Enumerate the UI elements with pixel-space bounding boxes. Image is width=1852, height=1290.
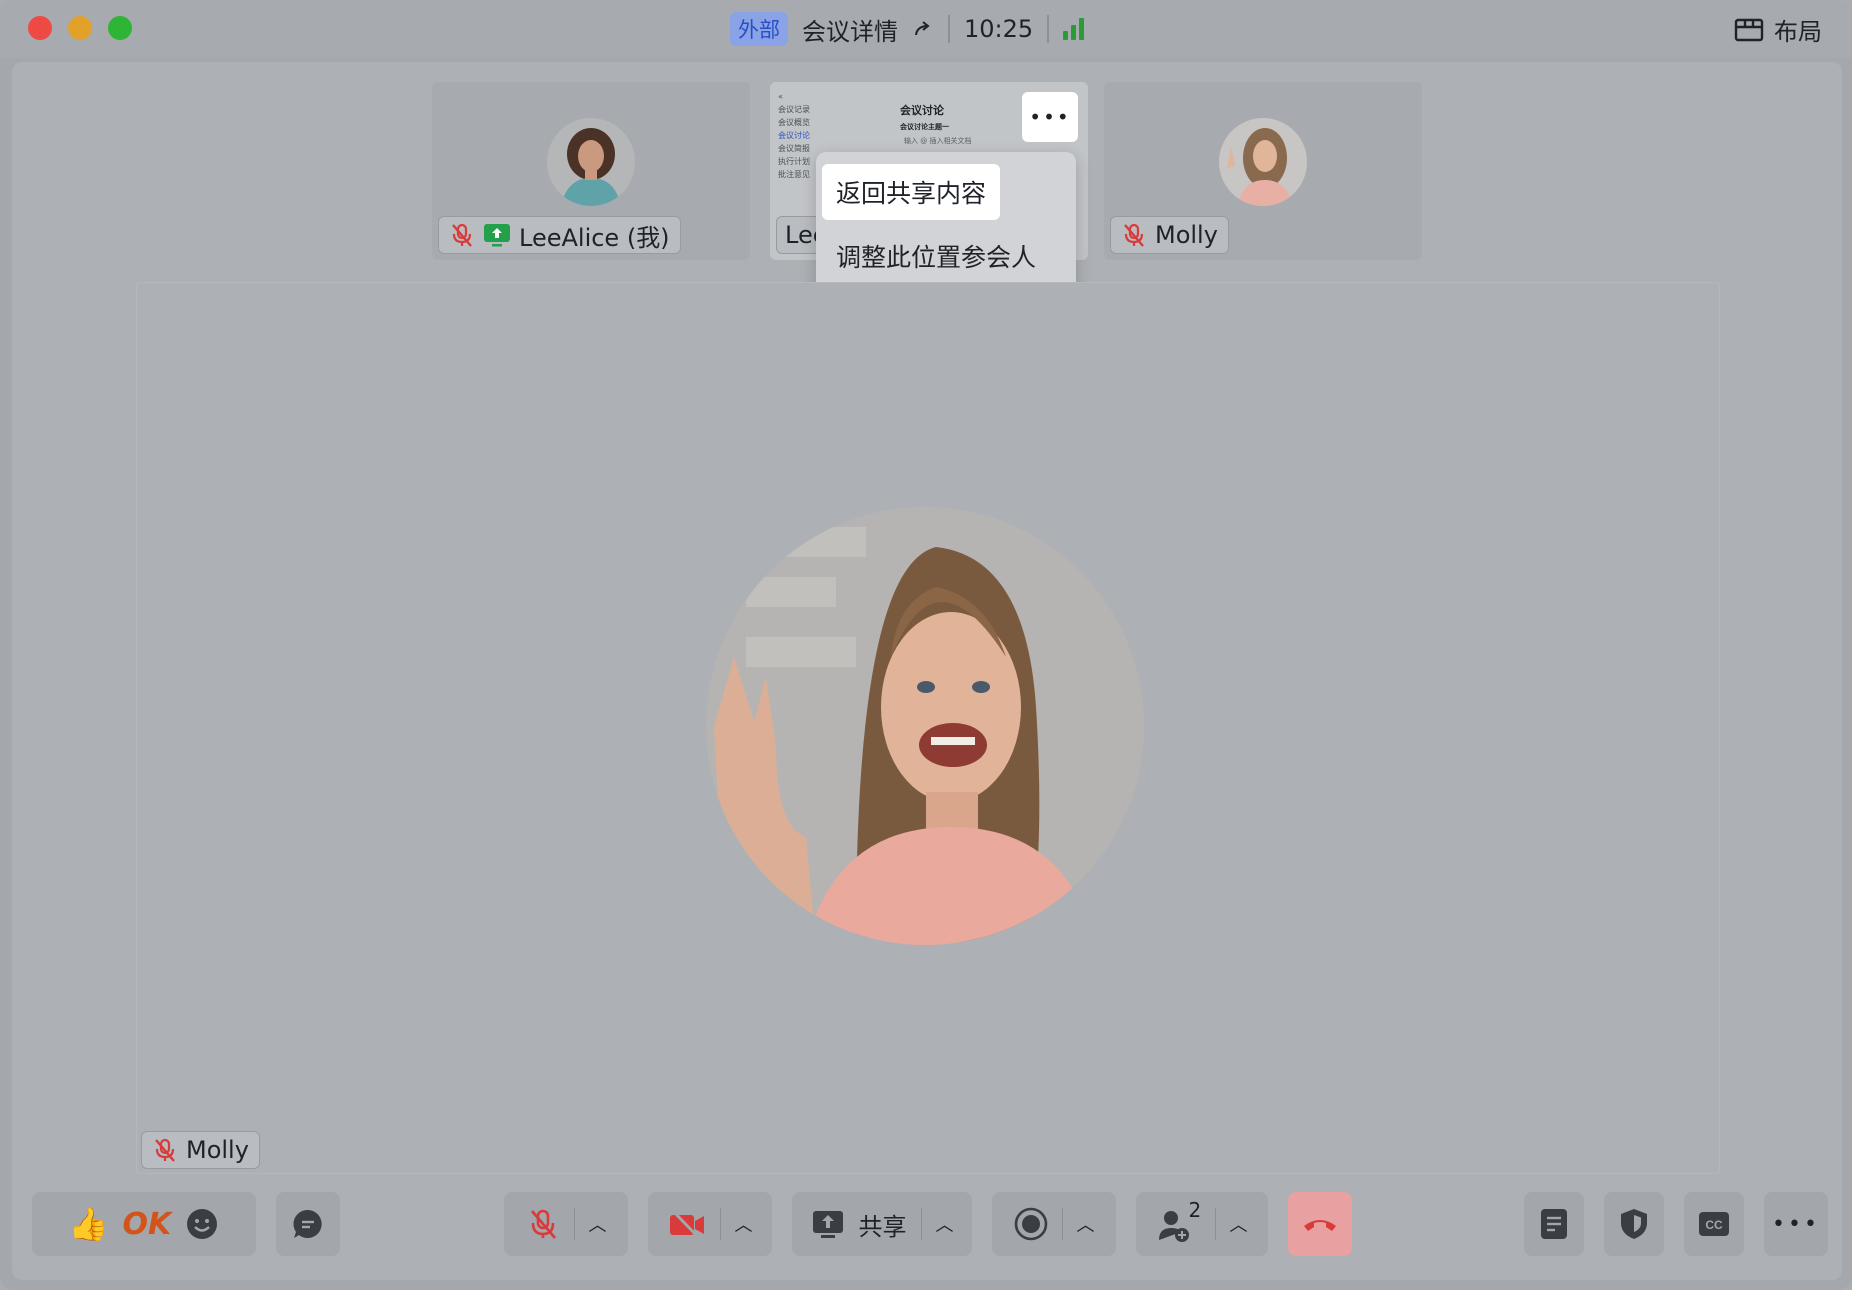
emoji-icon[interactable] xyxy=(185,1207,219,1241)
participant-tile-molly[interactable]: Molly xyxy=(1104,82,1422,260)
layout-icon xyxy=(1734,18,1764,41)
participant-name: Molly xyxy=(186,1136,249,1164)
share-label: 共享 xyxy=(858,1212,907,1241)
doc-nav-item: 批注意见 xyxy=(778,170,810,179)
participants-icon-wrap: 2 xyxy=(1157,1198,1201,1242)
participants-control[interactable]: 2 ︿ xyxy=(1136,1192,1268,1256)
participant-name: Molly xyxy=(1155,221,1218,249)
divider xyxy=(1047,15,1050,43)
end-call-button[interactable] xyxy=(1288,1192,1352,1256)
divider xyxy=(1214,1208,1216,1240)
screen-share-icon xyxy=(484,224,510,247)
meeting-timer: 10:25 xyxy=(964,15,1034,43)
maximize-window-button[interactable] xyxy=(108,16,132,40)
microphone-control[interactable]: ︿ xyxy=(504,1192,628,1256)
chevron-up-icon[interactable]: ︿ xyxy=(735,1211,753,1237)
doc-nav: « 会议记录 会议概览 会议讨论 会议简报 执行计划 批注意见 xyxy=(778,90,810,181)
meeting-window: 外部 会议详情 10:25 布局 LeeAlice (我) « 会议记录 会议概… xyxy=(0,0,1852,1290)
record-control[interactable]: ︿ xyxy=(992,1192,1116,1256)
more-button[interactable]: ••• xyxy=(1764,1192,1828,1256)
chevron-up-icon[interactable]: ︿ xyxy=(589,1211,607,1237)
chat-button[interactable] xyxy=(276,1192,340,1256)
chevron-up-icon[interactable]: ︿ xyxy=(1077,1211,1095,1237)
avatar xyxy=(547,118,635,206)
divider xyxy=(920,1208,922,1240)
menu-item-return-to-share[interactable]: 返回共享内容 xyxy=(822,164,1001,220)
participant-tile-self[interactable]: LeeAlice (我) xyxy=(432,82,750,260)
divider xyxy=(573,1208,575,1240)
close-window-button[interactable] xyxy=(28,16,52,40)
more-icon: ••• xyxy=(1029,105,1071,129)
participant-name: LeeAlice (我) xyxy=(519,223,670,252)
notes-button[interactable] xyxy=(1524,1192,1584,1256)
divider xyxy=(719,1208,721,1240)
participants-count: 2 xyxy=(1188,1198,1202,1222)
hang-up-icon xyxy=(1304,1220,1336,1231)
closed-caption-icon: CC xyxy=(1699,1212,1729,1236)
bottom-toolbar: 👍 OK ︿ ︿ 共享 ︿ ︿ 2 ︿ CC ••• xyxy=(0,1186,1852,1282)
chevron-up-icon[interactable]: ︿ xyxy=(1230,1211,1248,1237)
title-center: 外部 会议详情 10:25 xyxy=(730,10,1085,48)
name-tag: Molly xyxy=(1110,216,1229,254)
name-tag: Molly xyxy=(141,1131,260,1169)
doc-nav-item: 会议讨论 xyxy=(778,131,810,140)
mic-muted-icon xyxy=(452,223,472,247)
divider xyxy=(1061,1208,1063,1240)
mic-muted-icon xyxy=(1124,223,1144,247)
record-icon xyxy=(1014,1207,1047,1241)
name-tag: LeeAlice (我) xyxy=(438,216,681,254)
doc-nav-item: 会议记录 xyxy=(778,105,810,114)
chevron-up-icon[interactable]: ︿ xyxy=(936,1211,954,1237)
mic-muted-icon xyxy=(530,1209,556,1239)
shield-icon xyxy=(1621,1209,1647,1239)
share-link-icon[interactable] xyxy=(912,18,934,40)
menu-item-adjust-participant[interactable]: 调整此位置参会人 xyxy=(822,228,1050,284)
chat-icon xyxy=(293,1209,322,1238)
thumbs-up-icon[interactable]: 👍 xyxy=(69,1205,109,1243)
main-speaker-avatar xyxy=(706,507,1144,945)
doc-input-hint: 输入 @ 插入相关文档 xyxy=(904,137,972,145)
doc-subtitle: 会议讨论主题一 xyxy=(900,123,949,131)
collapse-icon: « xyxy=(778,92,783,101)
title-bar: 外部 会议详情 10:25 布局 xyxy=(0,0,1852,58)
camera-control[interactable]: ︿ xyxy=(648,1192,772,1256)
captions-button[interactable]: CC xyxy=(1684,1192,1744,1256)
reactions-group: 👍 OK xyxy=(32,1192,256,1256)
add-participant-icon xyxy=(1158,1211,1189,1242)
doc-title: 会议讨论 xyxy=(900,104,944,117)
ok-reaction[interactable]: OK xyxy=(123,1207,172,1242)
security-button[interactable] xyxy=(1604,1192,1664,1256)
camera-off-icon xyxy=(669,1208,704,1241)
doc-nav-item: 执行计划 xyxy=(778,157,810,166)
layout-label: 布局 xyxy=(1774,18,1822,46)
network-signal-icon[interactable] xyxy=(1063,18,1085,40)
more-options-button[interactable]: ••• xyxy=(1022,92,1078,142)
minimize-window-button[interactable] xyxy=(68,16,92,40)
avatar xyxy=(1219,118,1307,206)
layout-button[interactable]: 布局 xyxy=(1734,12,1822,47)
mic-muted-icon xyxy=(155,1138,175,1162)
share-screen-icon xyxy=(812,1211,843,1238)
more-icon: ••• xyxy=(1772,1211,1820,1237)
meeting-details-link[interactable]: 会议详情 xyxy=(802,12,898,47)
external-badge: 外部 xyxy=(730,12,788,46)
doc-nav-item: 会议概览 xyxy=(778,118,810,127)
document-icon xyxy=(1541,1209,1567,1239)
doc-nav-item: 会议简报 xyxy=(778,144,810,153)
svg-text:CC: CC xyxy=(1705,1218,1723,1232)
tile-options-menu: 返回共享内容 调整此位置参会人 xyxy=(816,152,1076,298)
share-control[interactable]: 共享 ︿ xyxy=(792,1192,972,1256)
divider xyxy=(948,15,950,43)
